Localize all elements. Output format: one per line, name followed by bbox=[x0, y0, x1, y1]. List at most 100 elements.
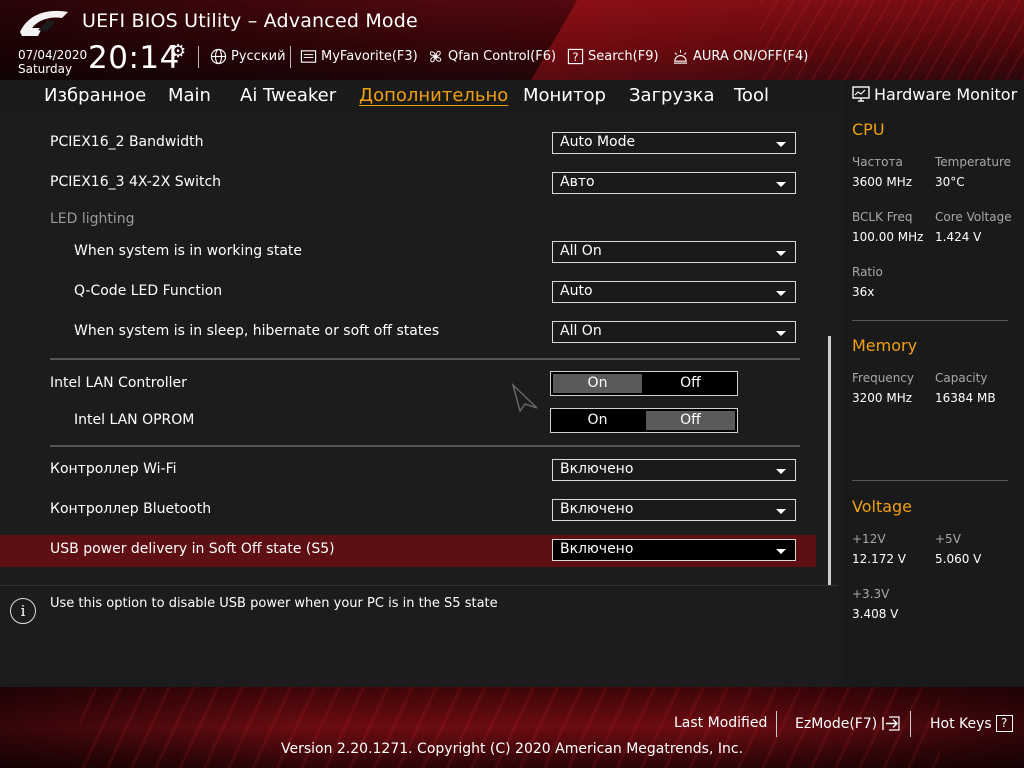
usb-power-value: Включено bbox=[560, 541, 634, 557]
section-divider bbox=[50, 445, 800, 447]
bluetooth-label: Контроллер Bluetooth bbox=[50, 501, 212, 517]
usb-power-select[interactable]: Включено bbox=[552, 539, 796, 561]
pciex16-2-label: PCIEX16_2 Bandwidth bbox=[50, 134, 204, 150]
tab-main[interactable]: Main bbox=[168, 85, 211, 106]
cpu-temperature-label: Temperature bbox=[935, 155, 1012, 169]
globe-icon bbox=[210, 48, 227, 65]
myfavorite-label: MyFavorite(F3) bbox=[321, 49, 418, 64]
bclk-label: BCLK Freq bbox=[852, 210, 913, 224]
ezmode-button[interactable]: EzMode(F7) bbox=[795, 715, 901, 732]
memory-section-title: Memory bbox=[852, 336, 918, 355]
aura-toggle-button[interactable]: AURA ON/OFF(F4) bbox=[672, 48, 808, 65]
intel-lan-label: Intel LAN Controller bbox=[50, 375, 187, 391]
cpu-frequency-value: 3600 MHz bbox=[852, 175, 913, 189]
pciex16-3-value: Авто bbox=[560, 174, 595, 190]
app-title: UEFI BIOS Utility – Advanced Mode bbox=[82, 10, 418, 32]
tab-monitor[interactable]: Монитор bbox=[523, 85, 606, 106]
wifi-value: Включено bbox=[560, 461, 634, 477]
search-label: Search(F9) bbox=[588, 49, 659, 64]
tab-tool[interactable]: Tool bbox=[734, 85, 769, 106]
exit-arrow-icon bbox=[882, 716, 900, 731]
favorite-list-icon bbox=[300, 50, 317, 63]
pciex16-2-select[interactable]: Auto Mode bbox=[552, 132, 796, 154]
tab-boot[interactable]: Загрузка bbox=[629, 85, 715, 106]
v33-value: 3.408 V bbox=[852, 607, 899, 621]
memory-capacity-label: Capacity bbox=[935, 371, 988, 385]
chevron-down-icon bbox=[776, 142, 786, 147]
chevron-down-icon bbox=[776, 291, 786, 296]
help-text: Use this option to disable USB power whe… bbox=[50, 596, 498, 611]
info-icon: i bbox=[10, 598, 36, 624]
hw-divider bbox=[852, 320, 1008, 321]
core-voltage-label: Core Voltage bbox=[935, 210, 1012, 224]
sleep-state-select[interactable]: All On bbox=[552, 321, 796, 343]
tab-favorites[interactable]: Избранное bbox=[44, 85, 146, 106]
main-menu-tabs: Избранное Main Ai Tweaker Дополнительно … bbox=[0, 80, 838, 115]
qcode-led-label: Q-Code LED Function bbox=[74, 283, 223, 299]
hot-keys-button[interactable]: Hot Keys ? bbox=[930, 715, 1013, 732]
bluetooth-value: Включено bbox=[560, 501, 634, 517]
v12-label: +12V bbox=[852, 532, 886, 546]
sleep-state-label: When system is in sleep, hibernate or so… bbox=[74, 323, 440, 339]
intel-oprom-toggle[interactable]: On Off bbox=[550, 408, 738, 433]
qcode-led-select[interactable]: Auto bbox=[552, 281, 796, 303]
footer-bar: Last Modified EzMode(F7) Hot Keys ? Vers… bbox=[0, 687, 1024, 768]
hw-divider bbox=[852, 480, 1008, 481]
intel-lan-off-option[interactable]: Off bbox=[646, 374, 735, 393]
working-state-value: All On bbox=[560, 243, 602, 259]
hot-keys-label: Hot Keys bbox=[930, 715, 992, 732]
section-divider bbox=[50, 358, 800, 360]
intel-oprom-on-option[interactable]: On bbox=[553, 411, 642, 430]
cpu-temperature-value: 30°C bbox=[935, 175, 965, 189]
pciex16-3-select[interactable]: Авто bbox=[552, 172, 796, 194]
search-button[interactable]: ? Search(F9) bbox=[567, 48, 659, 65]
chevron-down-icon bbox=[776, 509, 786, 514]
wifi-label: Контроллер Wi-Fi bbox=[50, 461, 177, 477]
search-help-icon: ? bbox=[567, 48, 584, 65]
qfan-control-button[interactable]: Qfan Control(F6) bbox=[427, 48, 556, 65]
qcode-led-value: Auto bbox=[560, 283, 593, 299]
memory-frequency-label: Frequency bbox=[852, 371, 914, 385]
voltage-section-title: Voltage bbox=[852, 497, 913, 516]
working-state-label: When system is in working state bbox=[74, 243, 303, 259]
last-modified-button[interactable]: Last Modified bbox=[674, 715, 767, 731]
myfavorite-button[interactable]: MyFavorite(F3) bbox=[300, 48, 418, 65]
tab-ai-tweaker[interactable]: Ai Tweaker bbox=[240, 85, 336, 106]
intel-oprom-off-option[interactable]: Off bbox=[646, 411, 735, 430]
ezmode-label: EzMode(F7) bbox=[795, 715, 878, 732]
gear-icon[interactable]: ⚙ bbox=[170, 41, 186, 62]
hardware-monitor-panel: Hardware Monitor CPU Частота Temperature… bbox=[844, 80, 1024, 687]
language-label: Русский bbox=[231, 49, 286, 64]
ratio-value: 36x bbox=[852, 285, 875, 299]
chevron-down-icon bbox=[776, 251, 786, 256]
sleep-state-value: All On bbox=[560, 323, 602, 339]
footer-divider bbox=[910, 711, 911, 737]
pciex16-3-label: PCIEX16_3 4X-2X Switch bbox=[50, 174, 222, 190]
hardware-monitor-title: Hardware Monitor bbox=[852, 85, 1017, 104]
ratio-label: Ratio bbox=[852, 265, 883, 279]
settings-panel: PCIEX16_2 Bandwidth Auto Mode PCIEX16_3 … bbox=[0, 114, 838, 682]
weekday-text: Saturday bbox=[18, 62, 73, 76]
cpu-section-title: CPU bbox=[852, 120, 885, 139]
wifi-select[interactable]: Включено bbox=[552, 459, 796, 481]
core-voltage-value: 1.424 V bbox=[935, 230, 982, 244]
aura-label: AURA ON/OFF(F4) bbox=[693, 49, 809, 64]
language-button[interactable]: Русский bbox=[210, 48, 286, 65]
pciex16-2-value: Auto Mode bbox=[560, 134, 636, 150]
v5-label: +5V bbox=[935, 532, 961, 546]
bluetooth-select[interactable]: Включено bbox=[552, 499, 796, 521]
intel-lan-on-option[interactable]: On bbox=[553, 374, 642, 393]
footer-divider bbox=[776, 711, 777, 737]
chevron-down-icon bbox=[776, 549, 786, 554]
chevron-down-icon bbox=[776, 331, 786, 336]
aura-light-icon bbox=[673, 49, 688, 64]
working-state-select[interactable]: All On bbox=[552, 241, 796, 263]
tab-advanced[interactable]: Дополнительно bbox=[359, 85, 508, 106]
memory-capacity-value: 16384 MB bbox=[935, 391, 996, 405]
intel-lan-toggle[interactable]: On Off bbox=[550, 371, 738, 396]
date-text: 07/04/2020 bbox=[18, 48, 88, 62]
header-divider bbox=[290, 46, 291, 68]
v33-label: +3.3V bbox=[852, 587, 890, 601]
header-bar: UEFI BIOS Utility – Advanced Mode 07/04/… bbox=[0, 0, 1024, 80]
question-icon: ? bbox=[995, 715, 1013, 732]
